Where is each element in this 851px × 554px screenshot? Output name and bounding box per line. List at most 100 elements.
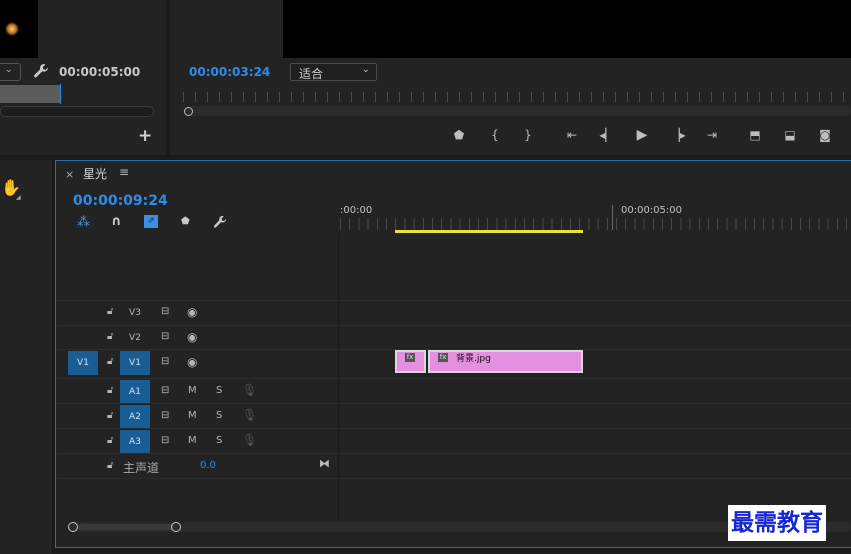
program-ruler[interactable] bbox=[183, 92, 851, 102]
fx-badge: fx bbox=[405, 353, 415, 362]
program-scrollbar[interactable] bbox=[183, 106, 851, 116]
chevron-down-icon: ⌄ bbox=[5, 65, 13, 75]
zoom-select[interactable]: 适合 ⌄ bbox=[290, 63, 377, 81]
tool-flyout-icon: ◢ bbox=[16, 194, 21, 201]
watermark-logo: 最需教育 bbox=[728, 505, 826, 541]
source-patch-v1[interactable]: V1 bbox=[68, 351, 98, 375]
mark-in-icon[interactable]: { bbox=[486, 127, 504, 143]
lock-icon[interactable]: 🔓︎ bbox=[107, 460, 113, 471]
track-target-a3[interactable]: A3 bbox=[120, 430, 150, 454]
step-back-icon[interactable]: ◂▏ bbox=[598, 127, 616, 143]
source-add-button[interactable]: + bbox=[138, 126, 152, 146]
lane-a1[interactable] bbox=[340, 378, 851, 404]
master-volume-value[interactable]: 0.0 bbox=[200, 460, 216, 471]
nest-sequence-icon[interactable]: ⁂ bbox=[77, 215, 90, 230]
eye-icon[interactable]: ◉ bbox=[187, 305, 197, 319]
timeline-timecode[interactable]: 00:00:09:24 bbox=[73, 193, 168, 209]
sync-lock-icon[interactable]: ⊟ bbox=[161, 356, 169, 367]
snap-magnet-icon[interactable]: ∩ bbox=[111, 214, 122, 229]
sync-lock-icon[interactable]: ⊟ bbox=[161, 435, 169, 446]
video-track-v1: V1 🔓︎ V1 ⊟ ◉ bbox=[57, 349, 339, 376]
lock-icon[interactable]: 🔓︎ bbox=[107, 306, 113, 317]
source-dropdown[interactable]: ⌄ bbox=[0, 63, 21, 81]
scroll-thumb[interactable] bbox=[78, 524, 174, 530]
lock-icon[interactable]: 🔓︎ bbox=[107, 410, 113, 421]
microphone-icon[interactable]: 🎙︎ bbox=[242, 433, 257, 447]
lane-v3[interactable] bbox=[340, 300, 851, 325]
track-target-v2[interactable]: V2 bbox=[120, 327, 150, 349]
solo-button[interactable]: S bbox=[216, 410, 222, 421]
track-target-a2[interactable]: A2 bbox=[120, 405, 150, 429]
audio-track-a3: 🔓︎ A3 ⊟ M S 🎙︎ bbox=[57, 428, 339, 454]
lane-a3[interactable] bbox=[340, 428, 851, 454]
extract-icon[interactable]: ⬓ bbox=[781, 127, 799, 143]
video-track-v2: 🔓︎ V2 ⊟ ◉ bbox=[57, 325, 339, 350]
tools-panel: ✋ ◢ bbox=[0, 160, 52, 554]
add-marker-icon[interactable]: ⬟ bbox=[181, 216, 190, 227]
source-monitor-panel: ⌄ 00:00:05:00 + bbox=[0, 0, 166, 155]
lock-icon[interactable]: 🔓︎ bbox=[107, 356, 113, 367]
source-scrollbar[interactable] bbox=[0, 106, 154, 117]
master-expand-icon[interactable]: ⧓ bbox=[319, 457, 330, 470]
microphone-icon[interactable]: 🎙︎ bbox=[242, 408, 257, 422]
timeline-panel-menu[interactable]: ≡ bbox=[119, 165, 129, 179]
timeline-close-button[interactable]: × bbox=[65, 168, 74, 181]
track-target-v1[interactable]: V1 bbox=[120, 351, 150, 375]
lock-icon[interactable]: 🔓︎ bbox=[107, 331, 113, 342]
mark-out-icon[interactable]: } bbox=[519, 127, 537, 143]
lane-master[interactable] bbox=[340, 453, 851, 479]
clip-background-jpg[interactable]: fx 背景.jpg bbox=[428, 350, 583, 373]
lift-icon[interactable]: ⬒ bbox=[746, 127, 764, 143]
lane-v2[interactable] bbox=[340, 325, 851, 350]
timeline-ruler[interactable] bbox=[340, 218, 851, 230]
linked-selection-icon[interactable]: ⇗ bbox=[144, 215, 158, 228]
sync-lock-icon[interactable]: ⊟ bbox=[161, 331, 169, 342]
go-to-out-icon[interactable]: ⇥ bbox=[703, 127, 721, 143]
lane-a2[interactable] bbox=[340, 403, 851, 429]
clip-name: 背景.jpg bbox=[456, 354, 491, 364]
play-icon[interactable]: ▶ bbox=[633, 127, 651, 143]
sparkle-glow bbox=[5, 22, 19, 36]
eye-icon[interactable]: ◉ bbox=[187, 330, 197, 344]
export-frame-icon[interactable]: ◙ bbox=[816, 127, 834, 143]
solo-button[interactable]: S bbox=[216, 435, 222, 446]
program-monitor-panel: 00:00:03:24 适合 ⌄ ⬟ { } ⇤ ◂▏ ▶ ▕▸ ⇥ ⬒ ⬓ ◙ bbox=[170, 0, 851, 155]
program-video-frame bbox=[283, 0, 851, 58]
scroll-handle-right[interactable] bbox=[171, 522, 181, 532]
zoom-select-value: 适合 bbox=[299, 67, 324, 81]
sync-lock-icon[interactable]: ⊟ bbox=[161, 410, 169, 421]
mute-button[interactable]: M bbox=[188, 435, 197, 446]
wrench-icon[interactable] bbox=[213, 215, 227, 229]
sync-lock-icon[interactable]: ⊟ bbox=[161, 385, 169, 396]
chevron-down-icon: ⌄ bbox=[361, 64, 370, 75]
source-timecode[interactable]: 00:00:05:00 bbox=[59, 65, 140, 79]
mute-button[interactable]: M bbox=[188, 385, 197, 396]
audio-track-a2: 🔓︎ A2 ⊟ M S 🎙︎ bbox=[57, 403, 339, 429]
source-playhead[interactable] bbox=[60, 84, 61, 104]
fx-badge: fx bbox=[438, 353, 448, 362]
mute-button[interactable]: M bbox=[188, 410, 197, 421]
lock-icon[interactable]: 🔓︎ bbox=[107, 435, 113, 446]
video-track-v3: 🔓︎ V3 ⊟ ◉ bbox=[57, 300, 339, 325]
ruler-major-tick bbox=[612, 205, 613, 230]
add-marker-icon[interactable]: ⬟ bbox=[450, 127, 468, 143]
step-forward-icon[interactable]: ▕▸ bbox=[669, 127, 687, 143]
lock-icon[interactable]: 🔓︎ bbox=[107, 385, 113, 396]
track-target-v3[interactable]: V3 bbox=[120, 302, 150, 324]
scroll-handle-left[interactable] bbox=[68, 522, 78, 532]
solo-button[interactable]: S bbox=[216, 385, 222, 396]
go-to-in-icon[interactable]: ⇤ bbox=[563, 127, 581, 143]
track-target-a1[interactable]: A1 bbox=[120, 380, 150, 404]
master-track: 🔓︎ 主声道 0.0 ⧓ bbox=[57, 453, 339, 479]
timeline-tab-title[interactable]: 星光 bbox=[83, 165, 107, 182]
master-track-label: 主声道 bbox=[123, 461, 160, 475]
microphone-icon[interactable]: 🎙︎ bbox=[242, 383, 257, 397]
ruler-label-start: :00:00 bbox=[340, 205, 373, 216]
program-timecode[interactable]: 00:00:03:24 bbox=[189, 65, 270, 79]
clip-segment[interactable]: fx bbox=[395, 350, 426, 373]
sync-lock-icon[interactable]: ⊟ bbox=[161, 306, 169, 317]
work-area-bar[interactable] bbox=[395, 230, 583, 233]
program-scroll-handle[interactable] bbox=[184, 107, 193, 116]
wrench-icon[interactable] bbox=[33, 63, 49, 79]
eye-icon[interactable]: ◉ bbox=[187, 355, 197, 369]
